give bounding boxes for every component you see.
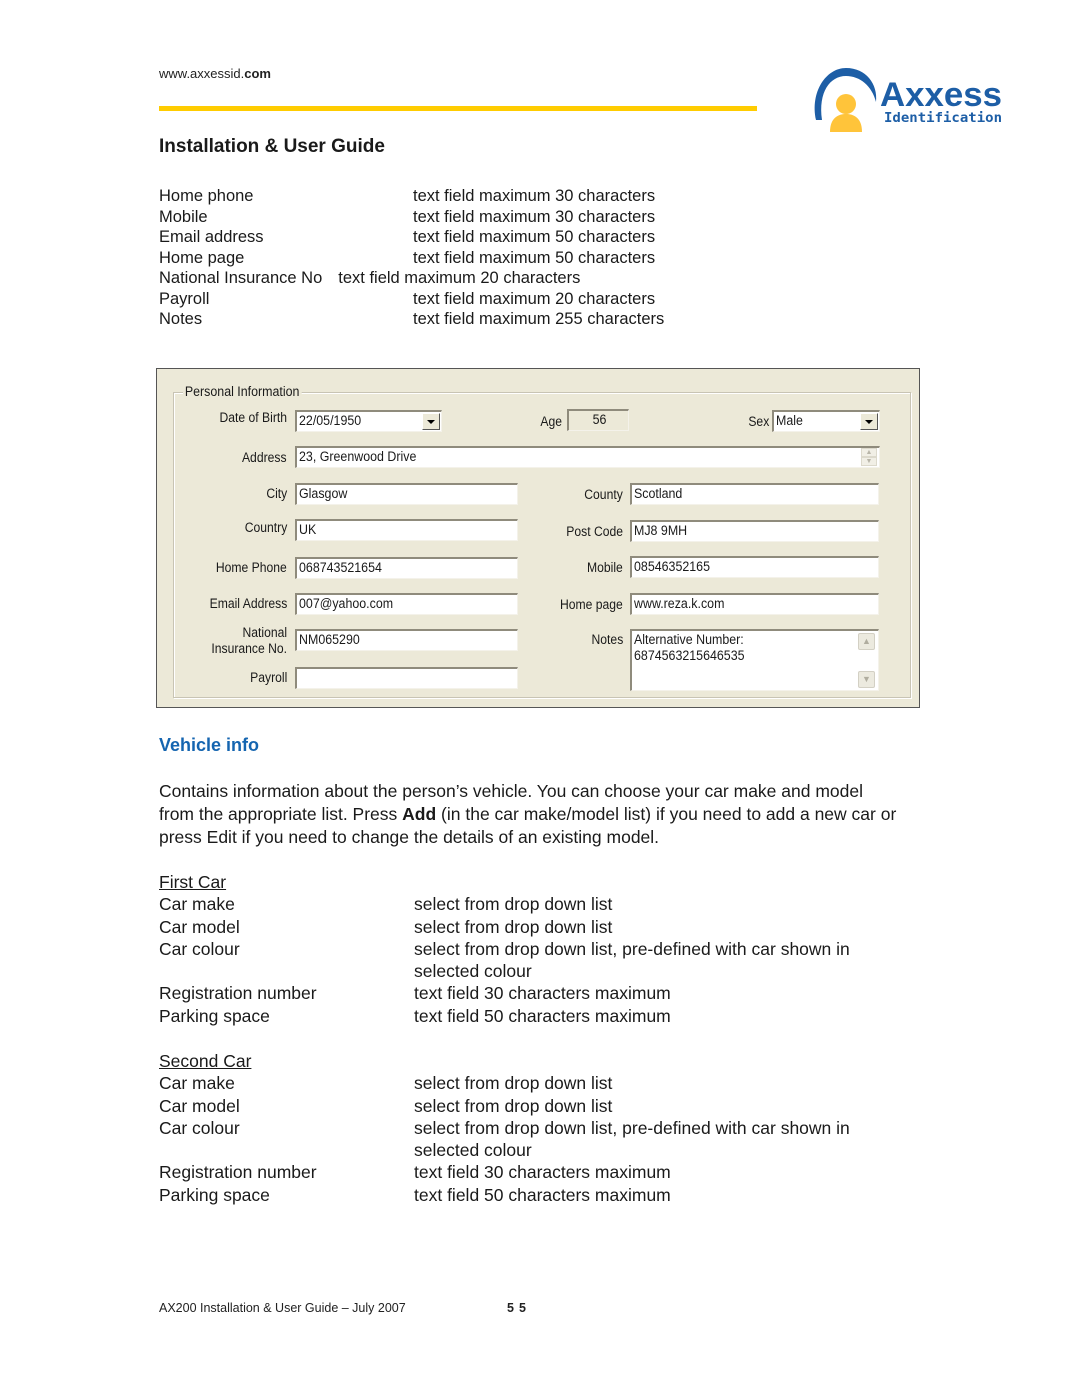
car-spec-row: Car colour select from drop down list, pr… — [159, 1117, 850, 1161]
dob-dropdown-button[interactable] — [422, 413, 440, 430]
payroll-label: Payroll — [249, 670, 287, 685]
logo-tagline: Identification — [884, 111, 1002, 126]
car-spec-row: Car make select from drop down list — [159, 1073, 613, 1094]
email-label: Email Address — [209, 596, 287, 611]
sex-label: Sex — [748, 414, 769, 429]
payroll-field[interactable] — [295, 667, 518, 689]
national-insurance-field[interactable]: NM065290 — [295, 629, 518, 651]
car-spec-row: Car model select from drop down list — [159, 916, 613, 937]
vehicle-info-heading: Vehicle info — [159, 735, 260, 755]
spec-row: Email address text field maximum 50 chara… — [159, 228, 656, 246]
car-spec-row: Parking space text field 50 characters ma… — [159, 1184, 671, 1205]
spec-row: Home page text field maximum 50 character… — [159, 248, 656, 267]
city-field[interactable]: Glasgow — [295, 483, 518, 505]
spec-row: Payroll text field maximum 20 characters — [159, 289, 656, 308]
car-spec-row: Registration number text field 30 charact… — [159, 1162, 671, 1183]
second-car-heading: Second Car — [159, 1051, 252, 1071]
dob-label: Date of Birth — [219, 410, 287, 425]
url-prefix: www.axxessid. — [159, 66, 245, 81]
city-label: City — [266, 486, 287, 501]
second-car-spec: Second Car Car make select from drop down… — [159, 1050, 919, 1206]
notes-textarea[interactable]: Alternative Number: 6874563215646535 ▲ ▼ — [630, 629, 879, 691]
car-spec-row: Car model select from drop down list — [159, 1095, 613, 1116]
address-field[interactable]: 23, Greenwood Drive ▲ ▼ — [295, 446, 880, 468]
mobile-field[interactable]: 08546352165 — [630, 556, 879, 578]
spec-row: Mobile text field maximum 30 characters — [159, 207, 656, 226]
axxess-logo: Axxess Identification — [808, 62, 1008, 134]
notes-label: Notes — [591, 632, 623, 647]
mobile-label: Mobile — [587, 560, 623, 575]
county-field[interactable]: Scotland — [630, 483, 879, 505]
car-spec-row: Parking space text field 50 characters ma… — [159, 1005, 671, 1026]
home-phone-field[interactable]: 068743521654 — [295, 557, 518, 579]
page-number: 55 — [507, 1301, 531, 1315]
address-scroll-up[interactable]: ▲ — [861, 448, 877, 457]
home-page-field[interactable]: www.reza.k.com — [630, 593, 879, 615]
post-code-field[interactable]: MJ8 9MH — [630, 520, 879, 542]
personal-info-dialog: Personal Information Date of Birth 22/05… — [156, 368, 920, 708]
date-of-birth-picker[interactable]: 22/05/1950 — [295, 410, 442, 432]
groupbox-title: Personal Information — [183, 384, 302, 399]
home-phone-label: Home Phone — [216, 560, 287, 575]
spec-row: Home phone text field maximum 30 characte… — [159, 187, 656, 205]
age-label: Age — [540, 414, 562, 429]
car-spec-row: Car make select from drop down list — [159, 894, 613, 915]
field-spec-table: Home phone text field maximum 30 characte… — [159, 186, 664, 330]
email-field[interactable]: 007@yahoo.com — [295, 593, 518, 615]
sex-select[interactable]: Male — [772, 410, 880, 432]
vehicle-info-paragraph: Contains information about the person’s … — [159, 781, 897, 847]
spec-row: National Insurance No text field maximum … — [159, 269, 581, 287]
url-suffix: com — [244, 66, 271, 81]
notes-scroll-up-icon[interactable]: ▲ — [858, 633, 875, 650]
logo-icon: Axxess Identification — [814, 68, 1002, 132]
county-label: County — [584, 487, 623, 502]
car-spec-row: Car colour select from drop down list, pr… — [159, 938, 850, 982]
age-field: 56 — [567, 409, 629, 431]
chevron-down-icon — [427, 419, 435, 424]
logo-wordmark: Axxess — [880, 76, 1002, 114]
header-rule — [159, 106, 757, 111]
notes-scroll-down-icon[interactable]: ▼ — [858, 671, 875, 688]
sex-dropdown-button[interactable] — [860, 413, 878, 430]
address-label: Address — [242, 450, 287, 465]
first-car-spec: First Car Car make select from drop down … — [159, 871, 919, 1027]
spec-row: Notes text field maximum 255 characters — [159, 310, 665, 328]
website-url: www.axxessid.com — [159, 66, 271, 81]
home-page-label: Home page — [560, 597, 623, 612]
national-insurance-label: National Insurance No. — [211, 625, 287, 656]
country-label: Country — [244, 520, 287, 535]
country-field[interactable]: UK — [295, 519, 518, 541]
post-code-label: Post Code — [566, 524, 623, 539]
guide-title: Installation & User Guide — [159, 136, 385, 157]
chevron-down-icon — [865, 419, 873, 424]
footer-text: AX200 Installation & User Guide – July 2… — [159, 1301, 406, 1315]
first-car-heading: First Car — [159, 872, 227, 892]
car-spec-row: Registration number text field 30 charact… — [159, 983, 671, 1004]
address-scroll-down[interactable]: ▼ — [861, 457, 877, 466]
